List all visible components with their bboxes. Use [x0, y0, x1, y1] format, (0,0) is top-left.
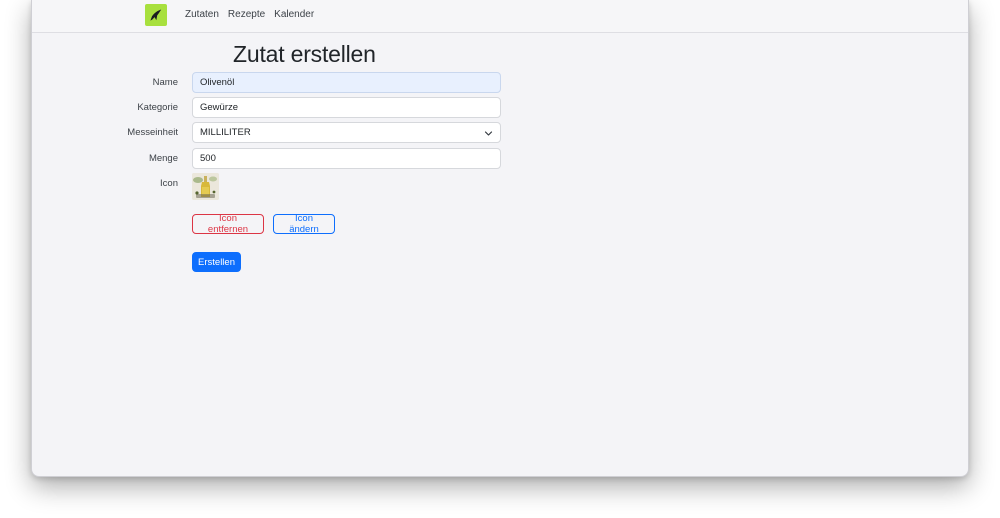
icon-label: Icon — [160, 178, 178, 189]
messeinheit-label: Messeinheit — [127, 127, 178, 138]
name-label: Name — [152, 77, 178, 88]
form-row-kategorie: Kategorie — [32, 97, 968, 119]
chevron-down-icon — [484, 129, 493, 141]
form-row-name: Name — [32, 72, 968, 94]
nav-link-kalender[interactable]: Kalender — [274, 9, 314, 20]
main-nav: Zutaten Rezepte Kalender — [185, 9, 314, 20]
form-row-icon: Icon — [32, 173, 968, 201]
olive-oil-bottle-image — [192, 173, 219, 200]
kategorie-input[interactable] — [192, 97, 501, 118]
form-row-messeinheit: Messeinheit MILLILITER — [32, 122, 968, 144]
nav-link-zutaten[interactable]: Zutaten — [185, 9, 219, 20]
create-button[interactable]: Erstellen — [192, 252, 241, 272]
form-row-menge: Menge — [32, 148, 968, 170]
nav-link-rezepte[interactable]: Rezepte — [228, 9, 265, 20]
app-logo[interactable] — [145, 4, 167, 26]
kategorie-label: Kategorie — [137, 102, 178, 113]
page-title: Zutat erstellen — [233, 41, 376, 67]
name-input[interactable] — [192, 72, 501, 93]
messeinheit-selected-value: MILLILITER — [200, 127, 251, 138]
feather-icon — [149, 8, 163, 22]
top-navbar: Zutaten Rezepte Kalender — [32, 0, 968, 33]
menge-input[interactable] — [192, 148, 501, 169]
change-icon-button[interactable]: Icon ändern — [273, 213, 335, 235]
menge-label: Menge — [148, 153, 178, 164]
app-window: Zutaten Rezepte Kalender Zutat erstellen… — [31, 0, 969, 477]
remove-icon-button[interactable]: Icon entfernen — [192, 213, 264, 235]
messeinheit-select[interactable]: MILLILITER — [192, 122, 501, 143]
